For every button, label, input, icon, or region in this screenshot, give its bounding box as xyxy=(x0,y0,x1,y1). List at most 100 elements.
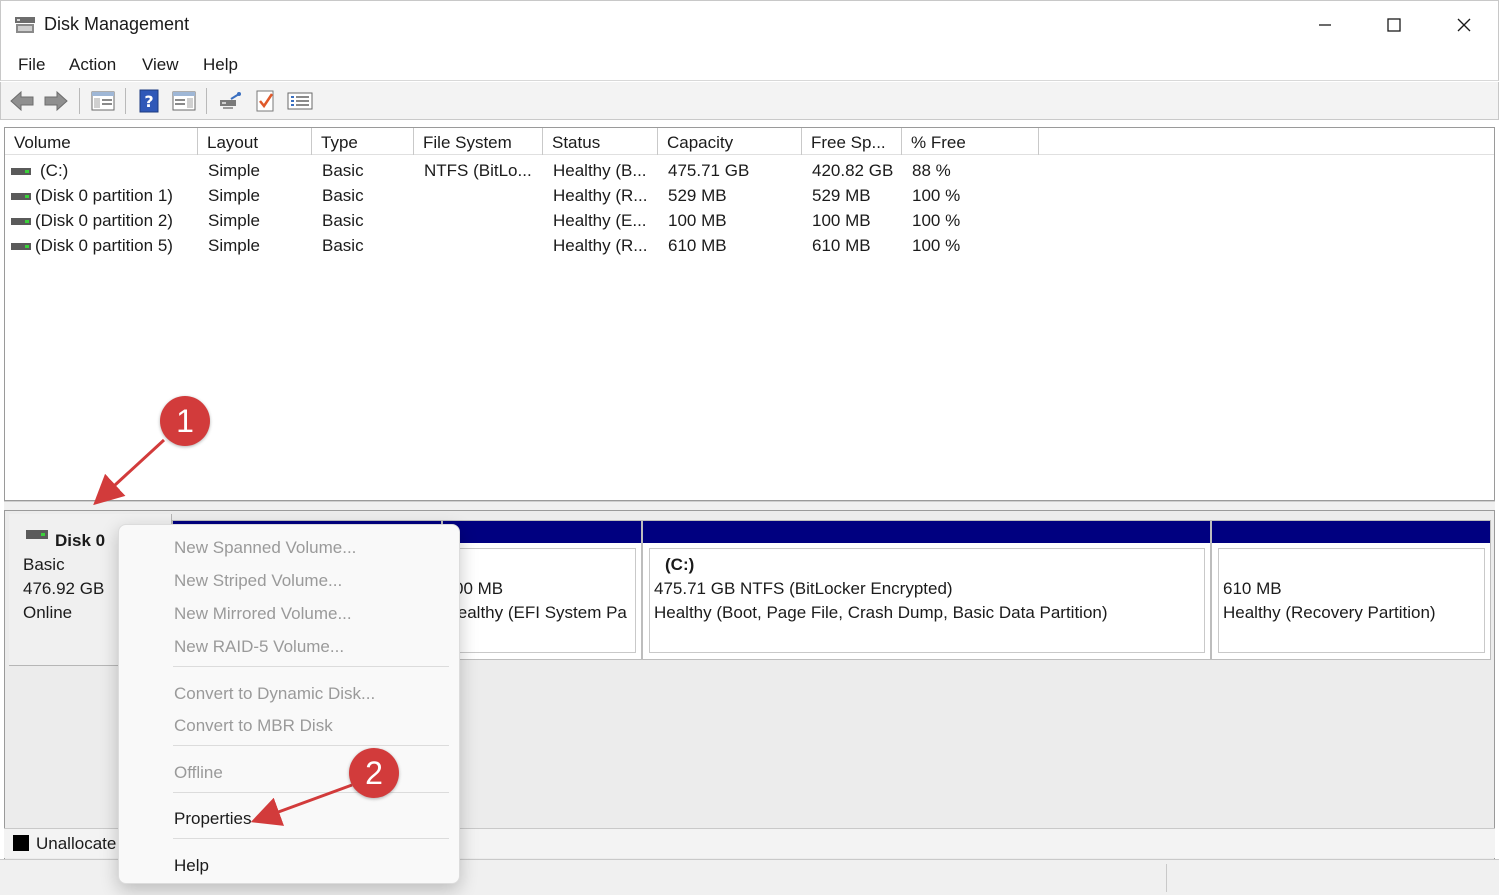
column-header-layout[interactable]: Layout xyxy=(198,128,312,155)
menu-item-new-mirrored-volume: New Mirrored Volume... xyxy=(174,604,352,623)
column-header-type[interactable]: Type xyxy=(312,128,414,155)
disk-type: Basic xyxy=(23,555,65,574)
forward-arrow-icon xyxy=(44,90,68,112)
volume-file-system: NTFS (BitLo... xyxy=(424,161,532,180)
menu-item-convert-to-mbr-disk: Convert to MBR Disk xyxy=(174,716,333,735)
disk-state: Online xyxy=(23,603,73,622)
show-hide-console-tree-icon xyxy=(91,91,115,111)
forward-button[interactable] xyxy=(42,87,70,115)
volume-layout: Simple xyxy=(208,236,260,255)
annotation-badge-2: 2 xyxy=(349,748,399,798)
column-header-status[interactable]: Status xyxy=(543,128,658,155)
menu-item-new-spanned-volume: New Spanned Volume... xyxy=(174,538,357,557)
volume-layout: Simple xyxy=(208,186,260,205)
minimize-button[interactable] xyxy=(1290,1,1360,49)
minimize-icon xyxy=(1319,24,1331,26)
menu-file[interactable]: File xyxy=(18,55,45,75)
menu-view[interactable]: View xyxy=(142,55,179,75)
volume-free-space: 100 MB xyxy=(812,211,871,230)
column-header-file-system[interactable]: File System xyxy=(414,128,543,155)
volume-row[interactable]: (C:) Simple Basic NTFS (BitLo... Healthy… xyxy=(5,159,1494,184)
volume-layout: Simple xyxy=(208,161,260,180)
properties-check-button[interactable] xyxy=(251,87,279,115)
volume-capacity: 475.71 GB xyxy=(668,161,750,180)
menu-action[interactable]: Action xyxy=(69,55,116,75)
list-view-button[interactable] xyxy=(286,87,314,115)
volume-status: Healthy (R... xyxy=(553,186,648,205)
volume-percent-free: 100 % xyxy=(912,186,961,205)
volume-free-space: 420.82 GB xyxy=(812,161,894,180)
show-hide-console-tree-button[interactable] xyxy=(89,87,117,115)
column-header-volume[interactable]: Volume xyxy=(5,128,198,155)
volume-capacity: 100 MB xyxy=(668,211,727,230)
partition-body: 610 MB Healthy (Recovery Partition) xyxy=(1218,548,1485,653)
close-button[interactable] xyxy=(1429,1,1499,49)
volume-name: (Disk 0 partition 5) xyxy=(35,236,173,255)
pane-splitter[interactable] xyxy=(4,501,1495,511)
show-hide-action-pane-button[interactable] xyxy=(170,87,198,115)
status-bar-cell xyxy=(1166,864,1499,892)
menu-item-properties[interactable]: Properties xyxy=(174,809,251,829)
disk-management-icon xyxy=(15,17,35,33)
volume-free-space: 610 MB xyxy=(812,236,871,255)
column-header-capacity[interactable]: Capacity xyxy=(658,128,802,155)
drive-icon xyxy=(11,193,31,200)
menu-item-help[interactable]: Help xyxy=(174,856,209,876)
volume-name: (Disk 0 partition 2) xyxy=(35,211,173,230)
partition-size: 610 MB xyxy=(1223,579,1282,598)
volume-name: (Disk 0 partition 1) xyxy=(35,186,173,205)
volume-type: Basic xyxy=(322,236,364,255)
drive-icon xyxy=(11,243,31,250)
volume-type: Basic xyxy=(322,186,364,205)
partition-recovery[interactable]: 610 MB Healthy (Recovery Partition) xyxy=(1211,520,1491,660)
partition-status: Healthy (Boot, Page File, Crash Dump, Ba… xyxy=(654,603,1108,622)
partition-size: 475.71 GB NTFS (BitLocker Encrypted) xyxy=(654,579,953,598)
volume-list[interactable]: Volume Layout Type File System Status Ca… xyxy=(4,127,1495,501)
menu-separator xyxy=(173,838,449,839)
window-title: Disk Management xyxy=(44,14,190,34)
partition-header-bar xyxy=(1212,521,1490,543)
annotation-badge-1: 1 xyxy=(160,396,210,446)
unallocated-swatch xyxy=(13,835,29,851)
partition-2[interactable]: 00 MB lealthy (EFI System Pa xyxy=(442,520,642,660)
partition-status: lealthy (EFI System Pa xyxy=(454,603,627,622)
menu-separator xyxy=(173,666,449,667)
volume-row[interactable]: (Disk 0 partition 1) Simple Basic Health… xyxy=(5,184,1494,209)
column-header-percent-free[interactable]: % Free xyxy=(902,128,1039,155)
menu-item-new-raid5-volume: New RAID-5 Volume... xyxy=(174,637,345,656)
menu-separator xyxy=(173,792,449,793)
partition-label: (C:) xyxy=(665,555,695,574)
menu-bar: File Action View Help xyxy=(0,48,1499,81)
help-button[interactable]: ? xyxy=(135,87,163,115)
partition-c[interactable]: (C:) 475.71 GB NTFS (BitLocker Encrypted… xyxy=(642,520,1211,660)
volume-row[interactable]: (Disk 0 partition 2) Simple Basic Health… xyxy=(5,209,1494,234)
title-bar: Disk Management xyxy=(0,0,1499,48)
close-icon xyxy=(1457,18,1471,32)
toolbar-separator xyxy=(125,88,126,114)
partition-status: Healthy (Recovery Partition) xyxy=(1223,603,1436,622)
volume-percent-free: 100 % xyxy=(912,211,961,230)
menu-item-new-striped-volume: New Striped Volume... xyxy=(174,571,343,590)
volume-list-header: Volume Layout Type File System Status Ca… xyxy=(5,128,1494,155)
partition-body: 00 MB lealthy (EFI System Pa xyxy=(449,548,636,653)
maximize-button[interactable] xyxy=(1359,1,1429,49)
volume-percent-free: 100 % xyxy=(912,236,961,255)
volume-layout: Simple xyxy=(208,211,260,230)
volume-status: Healthy (E... xyxy=(553,211,647,230)
toolbar-separator xyxy=(79,88,80,114)
column-header-free-space[interactable]: Free Sp... xyxy=(802,128,902,155)
volume-free-space: 529 MB xyxy=(812,186,871,205)
toolbar: ? xyxy=(0,82,1499,120)
maximize-icon xyxy=(1387,18,1401,32)
back-button[interactable] xyxy=(8,87,36,115)
connect-icon xyxy=(220,92,241,109)
volume-type: Basic xyxy=(322,161,364,180)
drive-icon xyxy=(11,218,31,225)
menu-help[interactable]: Help xyxy=(203,55,238,75)
volume-row[interactable]: (Disk 0 partition 5) Simple Basic Health… xyxy=(5,234,1494,259)
connect-button[interactable] xyxy=(216,87,244,115)
svg-text:?: ? xyxy=(144,92,153,111)
partition-body: (C:) 475.71 GB NTFS (BitLocker Encrypted… xyxy=(649,548,1205,653)
partition-header-bar xyxy=(443,521,641,543)
disk-context-menu: New Spanned Volume... New Striped Volume… xyxy=(118,524,460,884)
